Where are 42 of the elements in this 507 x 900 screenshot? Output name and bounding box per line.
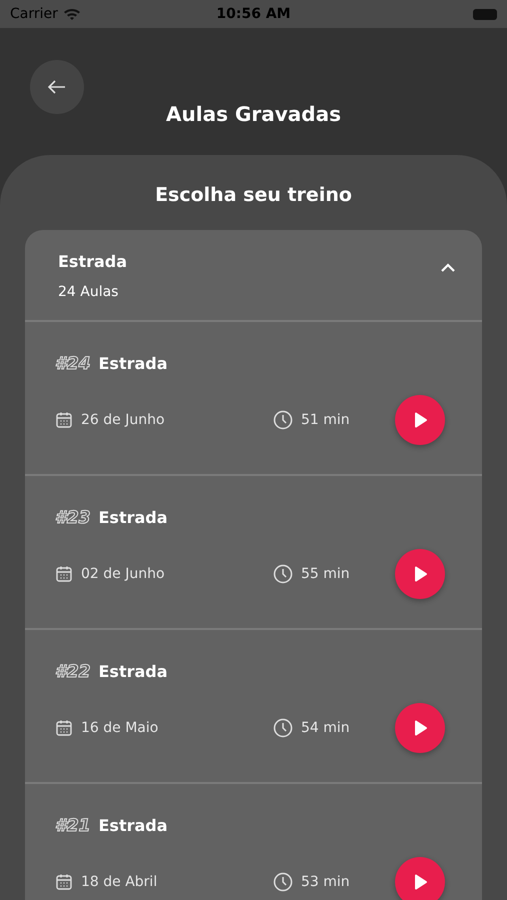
arrow-left-icon bbox=[48, 80, 66, 94]
lesson-duration: 54 min bbox=[301, 718, 350, 738]
lesson-date: 02 de Junho bbox=[81, 564, 165, 584]
clock-icon bbox=[273, 718, 293, 738]
calendar-icon bbox=[55, 873, 73, 891]
clock-icon bbox=[273, 410, 293, 430]
play-button[interactable] bbox=[395, 703, 445, 753]
calendar-icon bbox=[55, 719, 73, 737]
lesson-duration: 55 min bbox=[301, 564, 350, 584]
play-icon bbox=[412, 873, 428, 891]
lesson-title: Estrada bbox=[98, 814, 168, 836]
play-button[interactable] bbox=[395, 549, 445, 599]
lesson-number: #21 bbox=[55, 814, 90, 838]
lesson-title: Estrada bbox=[98, 506, 168, 528]
play-icon bbox=[412, 565, 428, 583]
clock-icon bbox=[273, 872, 293, 892]
lesson-count: 24 Aulas bbox=[58, 282, 118, 302]
calendar-icon bbox=[55, 565, 73, 583]
lesson-number: #23 bbox=[55, 506, 90, 530]
calendar-icon bbox=[55, 411, 73, 429]
lesson-title: Estrada bbox=[98, 660, 168, 682]
group-title: Estrada bbox=[58, 250, 128, 272]
wifi-icon bbox=[62, 7, 81, 21]
carrier-label: Carrier bbox=[10, 4, 58, 24]
play-icon bbox=[412, 719, 428, 737]
lesson-number: #22 bbox=[55, 660, 90, 684]
play-button[interactable] bbox=[395, 395, 445, 445]
lesson-date: 18 de Abril bbox=[81, 872, 158, 892]
lesson-date: 26 de Junho bbox=[81, 410, 165, 430]
play-icon bbox=[412, 411, 428, 429]
lesson-duration: 51 min bbox=[301, 410, 350, 430]
page-title: Aulas Gravadas bbox=[166, 102, 341, 126]
lesson-duration: 53 min bbox=[301, 872, 350, 892]
section-title: Escolha seu treino bbox=[155, 183, 352, 208]
clock-icon bbox=[273, 564, 293, 584]
lesson-number: #24 bbox=[55, 352, 90, 376]
chevron-up-icon bbox=[440, 263, 456, 274]
play-button[interactable] bbox=[395, 857, 445, 900]
lesson-title: Estrada bbox=[98, 352, 168, 374]
lesson-date: 16 de Maio bbox=[81, 718, 158, 738]
battery-icon bbox=[473, 8, 497, 20]
status-time: 10:56 AM bbox=[216, 5, 291, 24]
